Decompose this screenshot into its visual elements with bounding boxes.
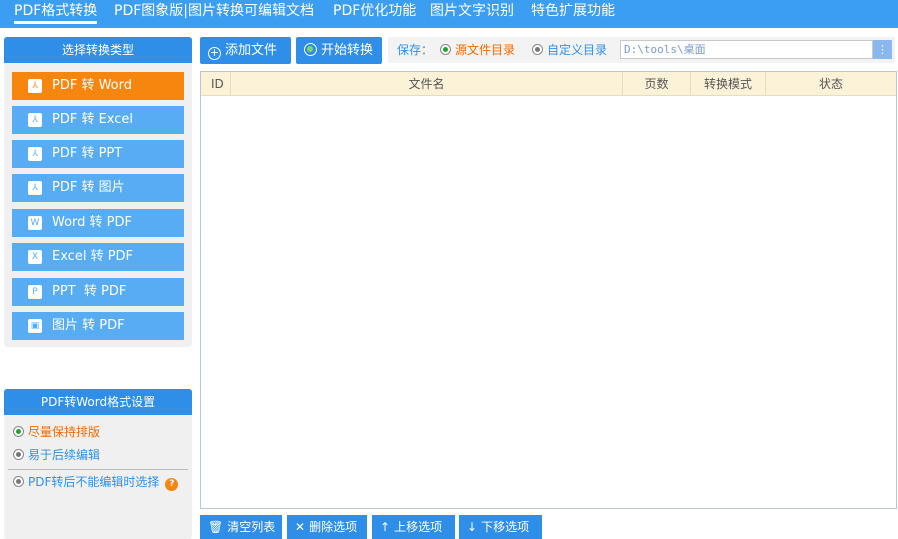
type-image-to-pdf[interactable]: ▣ 图片 转 PDF — [12, 312, 184, 340]
type-pdf-to-word[interactable]: ⅄ PDF 转 Word — [12, 72, 184, 100]
add-circle-icon: + — [208, 46, 221, 60]
column-pages[interactable]: 页数 — [623, 72, 691, 96]
radio-selected-icon — [440, 44, 451, 55]
type-pdf-to-ppt[interactable]: ⅄ PDF 转 PPT — [12, 140, 184, 168]
tab-image-ocr[interactable]: 图片文字识别 — [430, 0, 514, 24]
option-label: 尽量保持排版 — [28, 425, 101, 439]
option-label: PDF转后不能编辑时选择 — [28, 475, 160, 489]
pdf-icon: ⅄ — [28, 113, 42, 127]
settings-divider — [8, 469, 188, 470]
ppt-icon: P — [28, 285, 42, 299]
more-icon: ⋮ — [877, 43, 888, 56]
arrow-down-icon: ↓ — [467, 520, 478, 534]
save-source-label: 源文件目录 — [455, 43, 516, 57]
table-header: ID 文件名 页数 转换模式 状态 — [201, 72, 896, 96]
type-word-to-pdf[interactable]: W Word 转 PDF — [12, 209, 184, 237]
type-label: PDF 转 Word — [52, 78, 133, 93]
move-down-label: 下移选项 — [481, 520, 530, 534]
radio-selected-icon — [13, 426, 24, 437]
radio-icon — [532, 44, 543, 55]
excel-icon: X — [28, 250, 42, 264]
pdf-icon: ⅄ — [28, 79, 42, 93]
conversion-type-panel: 选择转换类型 ⅄ PDF 转 Word ⅄ PDF 转 Excel ⅄ PDF … — [4, 37, 192, 347]
option-label: 易于后续编辑 — [28, 448, 101, 462]
save-label: 保存： — [397, 43, 434, 57]
type-label: PDF 转 PPT — [52, 146, 123, 161]
type-ppt-to-pdf[interactable]: P PPT 转 PDF — [12, 278, 184, 306]
delete-item-button[interactable]: ✕ 删除选项 — [287, 515, 367, 539]
save-custom-dir-option[interactable]: 自定义目录 — [532, 41, 607, 58]
save-source-dir-option[interactable]: 源文件目录 — [440, 41, 515, 58]
type-label: Word 转 PDF — [52, 215, 133, 230]
delete-item-label: 删除选项 — [309, 520, 358, 534]
type-label: 图片 转 PDF — [52, 318, 125, 333]
start-convert-button[interactable]: 开始转换 — [296, 37, 382, 64]
output-path-input[interactable]: D:\tools\桌面 — [620, 40, 873, 59]
move-down-button[interactable]: ↓ 下移选项 — [459, 515, 542, 539]
radio-icon — [13, 476, 24, 487]
add-file-button[interactable]: + 添加文件 — [200, 37, 291, 64]
top-tab-bar: PDF格式转换 PDF图象版|图片转换可编辑文档 PDF优化功能 图片文字识别 … — [0, 0, 898, 28]
column-mode[interactable]: 转换模式 — [691, 72, 766, 96]
pdf-icon: ⅄ — [28, 181, 42, 195]
type-label: PPT 转 PDF — [52, 284, 127, 299]
type-label: Excel 转 PDF — [52, 249, 134, 264]
option-non-editable[interactable]: PDF转后不能编辑时选择? — [13, 473, 179, 491]
browse-path-button[interactable]: ⋮ — [873, 40, 892, 59]
column-status[interactable]: 状态 — [766, 72, 896, 96]
option-keep-layout[interactable]: 尽量保持排版 — [13, 423, 100, 441]
type-label: PDF 转 Excel — [52, 112, 134, 127]
type-pdf-to-excel[interactable]: ⅄ PDF 转 Excel — [12, 106, 184, 134]
clear-list-label: 清空列表 — [227, 520, 276, 534]
type-excel-to-pdf[interactable]: X Excel 转 PDF — [12, 243, 184, 271]
word-icon: W — [28, 216, 42, 230]
word-settings-title: PDF转Word格式设置 — [4, 389, 192, 415]
move-up-button[interactable]: ↑ 上移选项 — [372, 515, 455, 539]
close-icon: ✕ — [295, 520, 306, 534]
add-file-label: 添加文件 — [225, 43, 278, 58]
arrow-up-icon: ↑ — [380, 520, 391, 534]
tab-pdf-image-convert[interactable]: PDF图象版|图片转换可编辑文档 — [114, 0, 314, 24]
tab-pdf-optimize[interactable]: PDF优化功能 — [333, 0, 416, 24]
help-icon[interactable]: ? — [165, 478, 179, 491]
type-pdf-to-image[interactable]: ⅄ PDF 转 图片 — [12, 174, 184, 202]
conversion-type-title: 选择转换类型 — [4, 37, 192, 63]
type-label: PDF 转 图片 — [52, 180, 125, 195]
trash-icon: 🗑 — [208, 520, 224, 534]
column-filename[interactable]: 文件名 — [231, 72, 623, 96]
tab-pdf-format-convert[interactable]: PDF格式转换 — [14, 0, 98, 24]
start-circle-icon — [304, 43, 317, 56]
tab-extended-features[interactable]: 特色扩展功能 — [531, 0, 615, 24]
file-list-table[interactable]: ID 文件名 页数 转换模式 状态 — [200, 71, 897, 509]
radio-icon — [13, 449, 24, 460]
save-location-area: 保存： 源文件目录 自定义目录 D:\tools\桌面 ⋮ — [388, 37, 895, 63]
option-easy-edit[interactable]: 易于后续编辑 — [13, 446, 100, 464]
start-convert-label: 开始转换 — [321, 43, 374, 58]
column-id[interactable]: ID — [201, 72, 231, 96]
clear-list-button[interactable]: 🗑 清空列表 — [200, 515, 282, 539]
image-icon: ▣ — [28, 319, 42, 333]
move-up-label: 上移选项 — [394, 520, 443, 534]
save-custom-label: 自定义目录 — [547, 43, 608, 57]
word-settings-panel: PDF转Word格式设置 尽量保持排版 易于后续编辑 PDF转后不能编辑时选择? — [4, 389, 192, 539]
pdf-icon: ⅄ — [28, 147, 42, 161]
